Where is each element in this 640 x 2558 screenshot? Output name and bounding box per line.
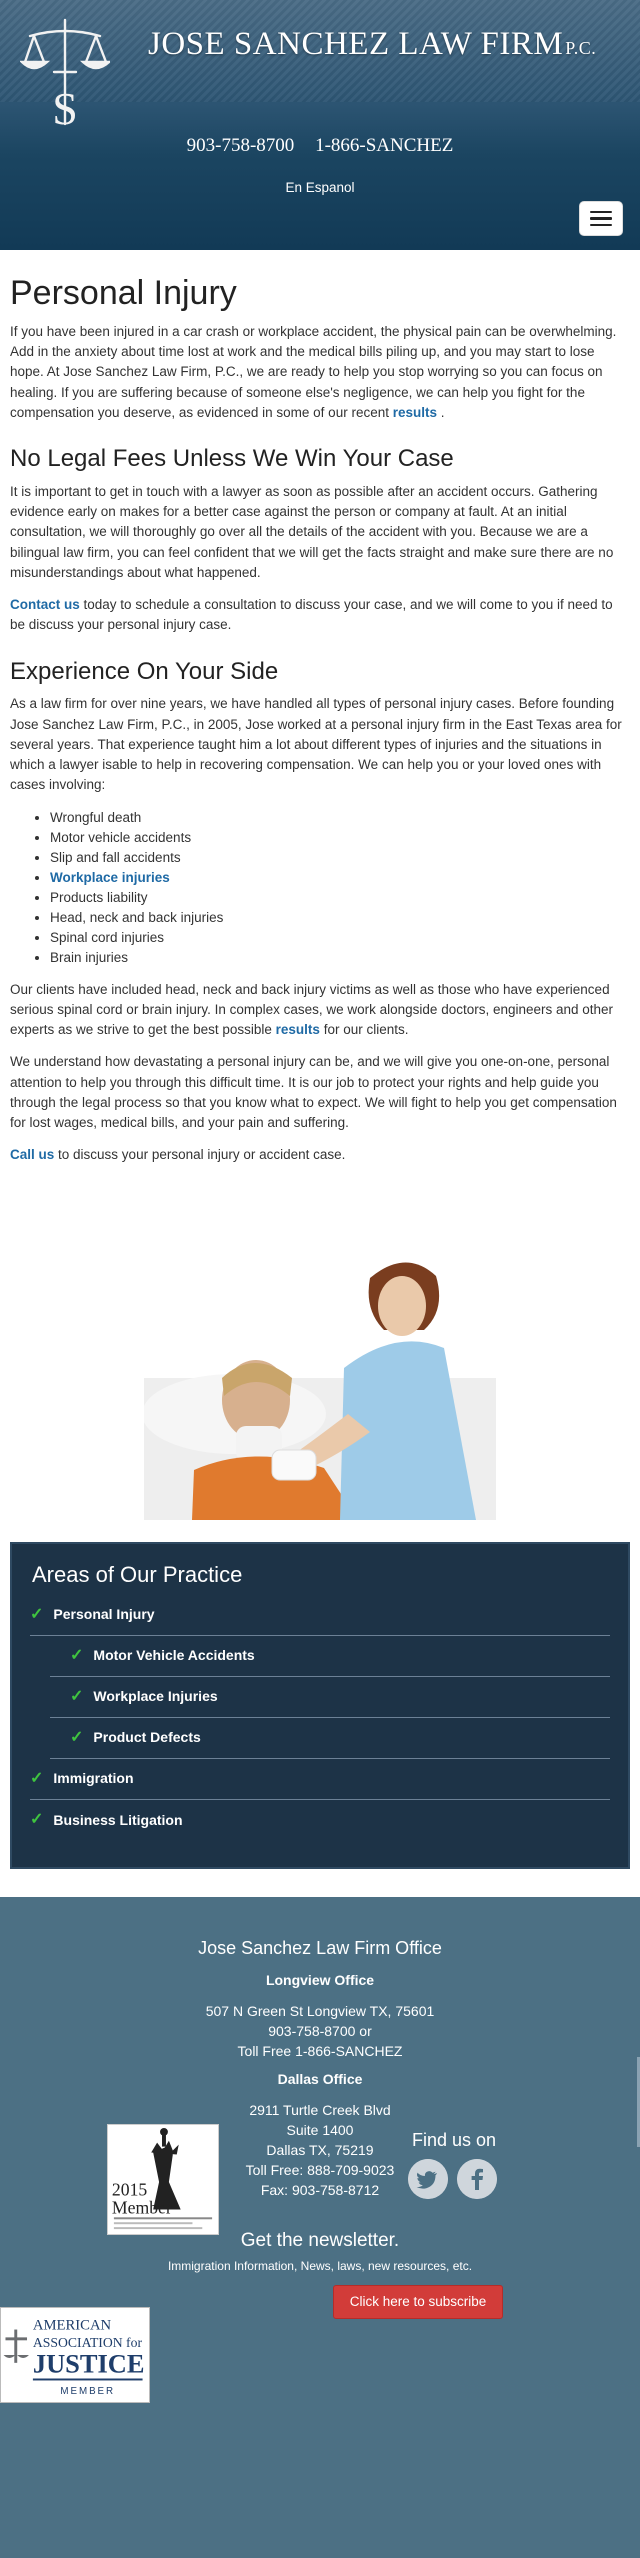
clients-end: for our clients. <box>323 1022 409 1038</box>
logo-letter: S <box>52 83 78 132</box>
injury-type-item: Spinal cord injuries <box>50 928 630 948</box>
hamburger-icon-bar <box>590 223 612 227</box>
intro-text: If you have been injured in a car crash … <box>10 323 617 420</box>
checkmark-icon: ✓ <box>30 1811 44 1829</box>
practice-area-label: Immigration <box>53 1770 134 1787</box>
practice-areas-panel: Areas of Our Practice ✓ Personal Injury ✓ M… <box>10 1541 630 1869</box>
call-us-link[interactable]: Call us <box>10 1147 54 1162</box>
header-phone-local[interactable]: 903-758-8700 <box>187 135 295 156</box>
longview-address: 507 N Green St Longview TX, 75601 <box>205 2002 435 2019</box>
office-info: Jose Sanchez Law Firm Office Longview Of… <box>0 1935 640 2200</box>
injury-type-item: Products liability <box>50 888 630 908</box>
header-phone-tollfree[interactable]: 1-866-SANCHEZ <box>315 135 453 156</box>
clients-paragraph: Our clients have included head, neck and… <box>10 980 630 1041</box>
practice-area-item[interactable]: ✓ Personal Injury <box>30 1595 610 1636</box>
find-us-label: Find us on <box>412 2129 497 2150</box>
practice-areas-heading: Areas of Our Practice <box>32 1561 243 1587</box>
twitter-icon[interactable] <box>408 2158 448 2199</box>
dallas-suite: Suite 1400 <box>286 2121 354 2138</box>
results-link[interactable]: results <box>393 405 437 420</box>
dallas-office-label: Dallas Office <box>277 2070 363 2087</box>
practice-area-label: Personal Injury <box>53 1606 155 1623</box>
practice-area-item[interactable]: ✓ Product Defects <box>50 1718 610 1759</box>
understand-paragraph: We understand how devastating a personal… <box>10 1054 617 1131</box>
injury-type-item[interactable]: Workplace injuries <box>50 868 630 888</box>
facebook-icon[interactable] <box>457 2158 497 2199</box>
call-paragraph: Call us to discuss your personal injury … <box>10 1145 630 1165</box>
workplace-injuries-link[interactable]: Workplace injuries <box>50 870 170 885</box>
member-word: Member <box>112 2197 172 2217</box>
dallas-city: Dallas TX, 75219 <box>266 2141 374 2158</box>
aaj-line-1: AMERICAN <box>33 2317 112 2333</box>
checkmark-icon: ✓ <box>30 1769 44 1787</box>
checkmark-icon: ✓ <box>70 1646 84 1664</box>
office-title: Jose Sanchez Law Firm Office <box>198 1937 442 1958</box>
practice-area-item[interactable]: ✓ Workplace Injuries <box>50 1677 610 1718</box>
checkmark-icon: ✓ <box>70 1728 84 1746</box>
site-header: S JOSE SANCHEZ LAW FIRM P.C. 903-758-8700… <box>0 0 640 250</box>
injury-type-item: Slip and fall accidents <box>50 848 630 868</box>
dallas-tollfree[interactable]: Toll Free: 888-709-9023 <box>0 2160 640 2180</box>
practice-areas-list: ✓ Personal Injury ✓ Motor Vehicle Accidents… <box>30 1595 610 1841</box>
contact-text: today to schedule a consultation to disc… <box>10 597 613 633</box>
longview-phone[interactable]: 903-758-8700 or <box>0 2021 640 2041</box>
newsletter-title: Get the newsletter. <box>240 2229 400 2251</box>
aaj-line-4: MEMBER <box>60 2386 115 2397</box>
checkmark-icon: ✓ <box>70 1687 84 1705</box>
newsletter-text: Immigration Information, News, laws, new… <box>167 2258 473 2273</box>
contact-us-link[interactable]: Contact us <box>10 597 80 612</box>
intro-paragraph: If you have been injured in a car crash … <box>10 322 630 423</box>
practice-area-item[interactable]: ✓ Motor Vehicle Accidents <box>50 1636 610 1677</box>
nurse-patient-photo <box>144 1217 496 1520</box>
practice-area-label: Product Defects <box>93 1729 201 1746</box>
fees-paragraph: It is important to get in touch with a l… <box>10 483 614 580</box>
injury-type-item: Head, neck and back injuries <box>50 908 630 928</box>
injury-types-list: Wrongful deathMotor vehicle accidentsSli… <box>50 808 630 968</box>
dallas-street: 2911 Turtle Creek Blvd <box>249 2101 391 2118</box>
subscribe-button[interactable]: Click here to subscribe <box>333 2284 503 2319</box>
page-title: Personal Injury <box>10 274 237 312</box>
practice-area-label: Business Litigation <box>53 1811 183 1828</box>
contact-paragraph: Contact us today to schedule a consultat… <box>10 595 630 636</box>
practice-area-label: Motor Vehicle Accidents <box>93 1647 255 1664</box>
aaj-member-badge-icon[interactable]: AMERICAN ASSOCIATION for JUSTICE MEMBER <box>0 2306 150 2403</box>
header-phone-row: 903-758-8700 1-866-SANCHEZ <box>0 132 640 161</box>
statue-of-liberty-member-badge-icon[interactable]: 2015 Member <box>107 2123 219 2235</box>
dallas-fax: Fax: 903-758-8712 <box>260 2181 380 2198</box>
call-text: to discuss your personal injury or accid… <box>58 1147 346 1163</box>
experience-paragraph: As a law firm for over nine years, we ha… <box>10 696 622 793</box>
hamburger-icon-bar <box>590 210 612 214</box>
section-heading-fees: No Legal Fees Unless We Win Your Case <box>10 445 454 473</box>
practice-area-label: Workplace Injuries <box>93 1688 218 1705</box>
scales-of-justice-logo-icon[interactable]: S <box>20 12 110 132</box>
intro-end: . <box>440 404 445 420</box>
longview-office-label: Longview Office <box>265 1971 375 1988</box>
practice-area-item[interactable]: ✓ Immigration <box>30 1759 610 1800</box>
injury-type-item: Motor vehicle accidents <box>50 828 630 848</box>
results-link-2[interactable]: results <box>276 1022 320 1037</box>
main-content: Personal Injury If you have been injured… <box>0 250 640 1520</box>
menu-toggle-button[interactable] <box>579 201 623 236</box>
injury-type-item: Wrongful death <box>50 808 630 828</box>
practice-area-item[interactable]: ✓ Business Litigation <box>30 1800 610 1841</box>
hamburger-icon-bar <box>590 217 612 220</box>
firm-name[interactable]: JOSE SANCHEZ LAW FIRM P.C. <box>148 20 596 70</box>
firm-suffix: P.C. <box>565 38 597 58</box>
spanish-language-link[interactable]: En Espanol <box>0 178 640 198</box>
longview-tollfree[interactable]: Toll Free 1-866-SANCHEZ <box>0 2041 640 2061</box>
checkmark-icon: ✓ <box>30 1605 44 1623</box>
section-heading-experience: Experience On Your Side <box>10 657 279 685</box>
firm-name-text: JOSE SANCHEZ LAW FIRM <box>148 26 564 62</box>
site-footer: Jose Sanchez Law Firm Office Longview Of… <box>0 1896 640 2558</box>
injury-type-item: Brain injuries <box>50 948 630 968</box>
aaj-line-3: JUSTICE <box>33 2348 145 2378</box>
